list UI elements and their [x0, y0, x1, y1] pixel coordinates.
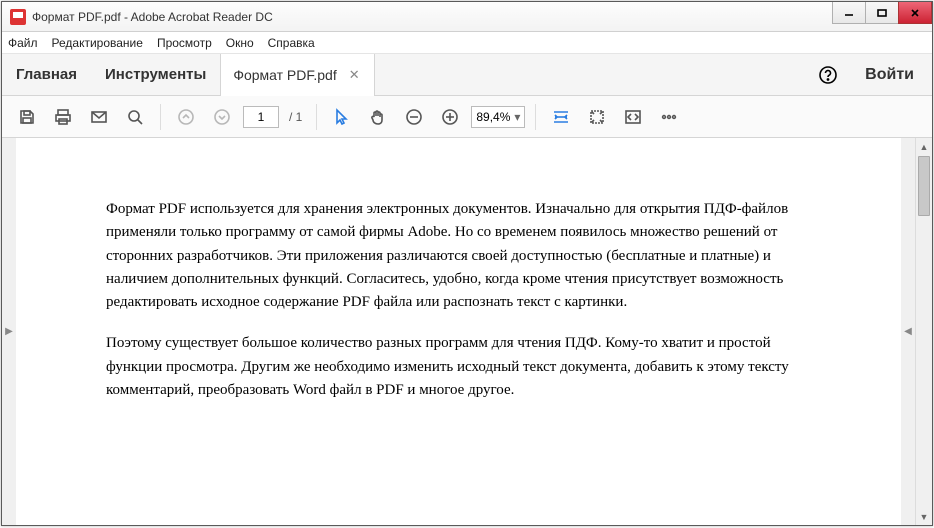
page-down-button[interactable]: [207, 102, 237, 132]
menubar: Файл Редактирование Просмотр Окно Справк…: [2, 32, 932, 54]
page-number-input[interactable]: [243, 106, 279, 128]
tab-document[interactable]: Формат PDF.pdf ✕: [220, 54, 374, 96]
email-button[interactable]: [84, 102, 114, 132]
fit-width-button[interactable]: [546, 102, 576, 132]
hand-tool-button[interactable]: [363, 102, 393, 132]
email-icon: [90, 108, 108, 126]
close-button[interactable]: [898, 2, 932, 24]
content-area: ▶ Формат PDF используется для хранения э…: [2, 138, 932, 525]
arrow-down-icon: [213, 108, 231, 126]
help-icon: [818, 65, 838, 85]
plus-icon: [441, 108, 459, 126]
expand-icon: [624, 108, 642, 126]
menu-help[interactable]: Справка: [268, 36, 315, 50]
zoom-select[interactable]: 89,4% ▾: [471, 106, 525, 128]
vertical-scrollbar[interactable]: ▲ ▼: [915, 138, 932, 525]
page-up-button[interactable]: [171, 102, 201, 132]
help-button[interactable]: [809, 54, 847, 95]
minimize-button[interactable]: [832, 2, 866, 24]
paragraph: Поэтому существует большое количество ра…: [106, 332, 811, 402]
scroll-down-arrow[interactable]: ▼: [916, 508, 932, 525]
fit-page-button[interactable]: [582, 102, 612, 132]
tabbar: Главная Инструменты Формат PDF.pdf ✕ Вой…: [2, 54, 932, 96]
chevron-down-icon: ▾: [514, 110, 520, 124]
titlebar: Формат PDF.pdf - Adobe Acrobat Reader DC: [2, 2, 932, 32]
page: Формат PDF используется для хранения эле…: [16, 138, 901, 460]
tab-document-label: Формат PDF.pdf: [233, 67, 336, 83]
scroll-up-arrow[interactable]: ▲: [916, 138, 932, 155]
toolbar: / 1 89,4% ▾: [2, 96, 932, 138]
selection-tool-button[interactable]: [327, 102, 357, 132]
zoom-out-button[interactable]: [399, 102, 429, 132]
window-title: Формат PDF.pdf - Adobe Acrobat Reader DC: [32, 10, 833, 24]
paragraph: Формат PDF используется для хранения эле…: [106, 198, 811, 314]
save-button[interactable]: [12, 102, 42, 132]
fit-page-icon: [588, 108, 606, 126]
menu-window[interactable]: Окно: [226, 36, 254, 50]
cursor-icon: [333, 108, 351, 126]
menu-view[interactable]: Просмотр: [157, 36, 212, 50]
save-icon: [18, 108, 36, 126]
fit-width-icon: [552, 108, 570, 126]
tab-tools[interactable]: Инструменты: [91, 54, 220, 95]
maximize-button[interactable]: [865, 2, 899, 24]
document-viewport[interactable]: Формат PDF используется для хранения эле…: [16, 138, 901, 525]
signin-button[interactable]: Войти: [847, 54, 932, 95]
arrow-up-icon: [177, 108, 195, 126]
minus-icon: [405, 108, 423, 126]
tab-home[interactable]: Главная: [2, 54, 91, 95]
zoom-in-button[interactable]: [435, 102, 465, 132]
zoom-value: 89,4%: [476, 110, 510, 124]
more-tools-button[interactable]: [654, 102, 684, 132]
app-window: Формат PDF.pdf - Adobe Acrobat Reader DC…: [1, 1, 933, 526]
scroll-thumb[interactable]: [918, 156, 930, 216]
read-mode-button[interactable]: [618, 102, 648, 132]
right-panel-toggle[interactable]: ◀: [901, 138, 915, 525]
search-icon: [126, 108, 144, 126]
page-total-label: / 1: [285, 110, 306, 124]
menu-file[interactable]: Файл: [8, 36, 38, 50]
app-icon: [10, 9, 26, 25]
search-button[interactable]: [120, 102, 150, 132]
close-icon[interactable]: ✕: [347, 67, 362, 83]
print-icon: [54, 108, 72, 126]
print-button[interactable]: [48, 102, 78, 132]
window-controls: [833, 2, 932, 31]
more-icon: [660, 108, 678, 126]
hand-icon: [369, 108, 387, 126]
menu-edit[interactable]: Редактирование: [52, 36, 143, 50]
left-panel-toggle[interactable]: ▶: [2, 138, 16, 525]
